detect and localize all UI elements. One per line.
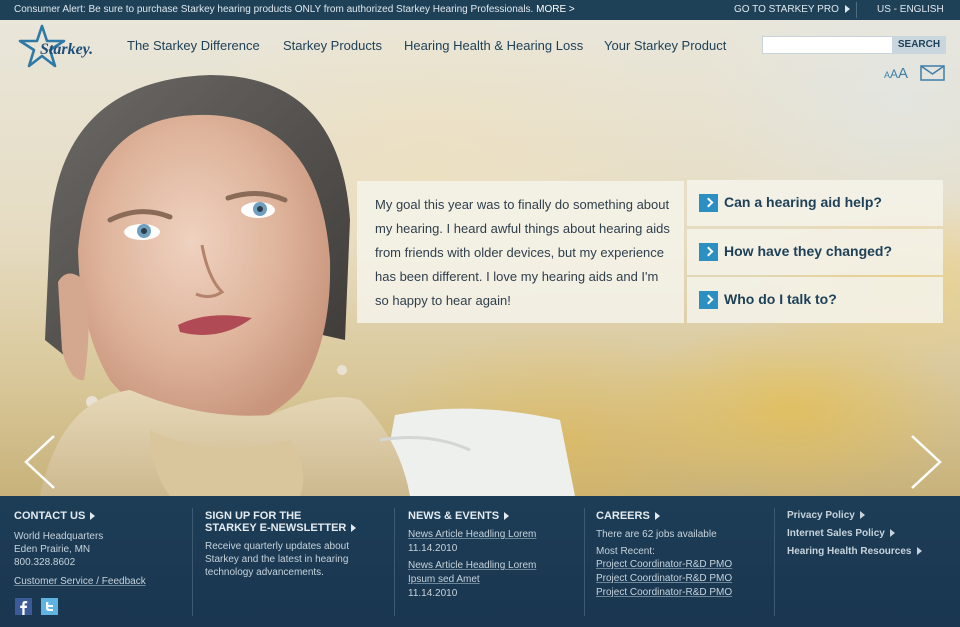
cta-how-changed[interactable]: How have they changed? <box>687 229 943 275</box>
cta-who-talk-to[interactable]: Who do I talk to? <box>687 277 943 323</box>
careers-link[interactable]: CAREERS <box>596 510 732 522</box>
contact-heading: CONTACT US <box>14 510 86 522</box>
caret-right-icon <box>844 5 850 13</box>
newsletter-heading-line2: STARKEY E-NEWSLETTER <box>205 522 347 534</box>
nav-starkey-products[interactable]: Starkey Products <box>283 38 382 53</box>
consumer-alert: Consumer Alert: Be sure to purchase Star… <box>14 4 575 15</box>
job-link[interactable]: Project Coordinator-R&D PMO <box>596 572 732 586</box>
testimonial-quote-panel: My goal this year was to finally do some… <box>357 181 684 323</box>
testimonial-quote: My goal this year was to finally do some… <box>375 197 670 308</box>
most-recent-label: Most Recent: <box>596 546 655 557</box>
footer-divider <box>584 508 585 616</box>
arrow-right-icon <box>699 194 718 212</box>
footer-contact: CONTACT US World Headquarters Eden Prair… <box>14 510 146 589</box>
job-link[interactable]: Project Coordinator-R&D PMO <box>596 586 732 600</box>
caret-right-icon <box>504 512 510 520</box>
contact-phone: 800.328.8602 <box>14 557 76 568</box>
starkey-pro-label: GO TO STARKEY PRO <box>734 4 839 15</box>
newsletter-text: technology advancements. <box>205 567 324 578</box>
nav-your-product[interactable]: Your Starkey Product <box>604 38 726 53</box>
internet-sales-policy-label: Internet Sales Policy <box>787 528 885 539</box>
arrow-right-icon <box>699 243 718 261</box>
newsletter-text: Starkey and the latest in hearing <box>205 554 349 565</box>
arrow-right-icon <box>699 291 718 309</box>
newsletter-signup-link[interactable]: STARKEY E-NEWSLETTER <box>205 522 357 534</box>
footer-divider <box>192 508 193 616</box>
privacy-policy-link[interactable]: Privacy Policy <box>787 507 922 525</box>
footer-policies: Privacy Policy Internet Sales Policy Hea… <box>787 507 922 561</box>
newsletter-heading-line1[interactable]: SIGN UP FOR THE <box>205 510 356 522</box>
caret-right-icon <box>889 529 895 537</box>
jobs-count: There are 62 jobs available <box>596 529 717 540</box>
text-size-large[interactable]: A <box>898 65 908 82</box>
footer-divider <box>774 508 775 616</box>
contact-line: World Headquarters <box>14 531 104 542</box>
alert-more-link[interactable]: MORE > <box>536 4 575 15</box>
footer-newsletter: SIGN UP FOR THE STARKEY E-NEWSLETTER Rec… <box>205 510 357 579</box>
logo-text: Starkey. <box>40 41 93 58</box>
customer-service-link[interactable]: Customer Service / Feedback <box>14 575 146 589</box>
chevron-left-icon <box>24 435 55 489</box>
text-size-medium[interactable]: A <box>890 67 898 81</box>
contact-us-link[interactable]: CONTACT US <box>14 510 146 522</box>
privacy-policy-label: Privacy Policy <box>787 510 855 521</box>
newsletter-text: Receive quarterly updates about <box>205 541 349 552</box>
news-date: 11.14.2010 <box>408 543 458 554</box>
text-size-control: AAA <box>884 66 908 82</box>
caret-right-icon <box>916 547 922 555</box>
envelope-icon[interactable] <box>920 65 945 81</box>
news-article-link[interactable]: Ipsum sed Amet <box>408 573 536 587</box>
search-button[interactable]: SEARCH <box>892 36 946 54</box>
news-date: 11.14.2010 <box>408 588 458 599</box>
internet-sales-policy-link[interactable]: Internet Sales Policy <box>787 525 922 543</box>
hearing-health-resources-link[interactable]: Hearing Health Resources <box>787 543 922 561</box>
cta-label: Who do I talk to? <box>724 291 837 307</box>
search-input[interactable] <box>762 36 893 54</box>
consumer-alert-text: Consumer Alert: Be sure to purchase Star… <box>14 4 534 15</box>
caret-right-icon <box>859 511 865 519</box>
nav-hearing-health[interactable]: Hearing Health & Hearing Loss <box>404 38 583 53</box>
footer-careers: CAREERS There are 62 jobs available Most… <box>596 510 732 600</box>
chevron-right-icon <box>911 435 942 489</box>
cta-label: How have they changed? <box>724 243 893 259</box>
divider <box>856 2 857 18</box>
cta-hearing-aid-help[interactable]: Can a hearing aid help? <box>687 180 943 226</box>
caret-right-icon <box>654 512 660 520</box>
contact-line: Eden Prairie, MN <box>14 544 91 555</box>
site-footer: CONTACT US World Headquarters Eden Prair… <box>0 496 960 627</box>
news-events-link[interactable]: NEWS & EVENTS <box>408 510 536 522</box>
cta-label: Can a hearing aid help? <box>724 194 882 210</box>
locale-selector[interactable]: US - ENGLISH <box>877 4 944 15</box>
hearing-health-resources-label: Hearing Health Resources <box>787 546 912 557</box>
news-article-link[interactable]: News Article Headling Lorem <box>408 559 536 573</box>
job-link[interactable]: Project Coordinator-R&D PMO <box>596 558 732 572</box>
careers-heading: CAREERS <box>596 510 650 522</box>
footer-news: NEWS & EVENTS News Article Headling Lore… <box>408 510 536 600</box>
consumer-alert-bar: Consumer Alert: Be sure to purchase Star… <box>0 0 960 20</box>
starkey-logo[interactable]: Starkey. <box>14 24 98 72</box>
caret-right-icon <box>351 524 357 532</box>
twitter-icon[interactable] <box>41 598 58 615</box>
news-heading: NEWS & EVENTS <box>408 510 500 522</box>
caret-right-icon <box>90 512 96 520</box>
nav-starkey-difference[interactable]: The Starkey Difference <box>127 38 260 53</box>
footer-divider <box>394 508 395 616</box>
facebook-icon[interactable] <box>15 598 32 615</box>
starkey-pro-link[interactable]: GO TO STARKEY PRO <box>734 4 850 15</box>
news-article-link[interactable]: News Article Headling Lorem <box>408 528 536 542</box>
